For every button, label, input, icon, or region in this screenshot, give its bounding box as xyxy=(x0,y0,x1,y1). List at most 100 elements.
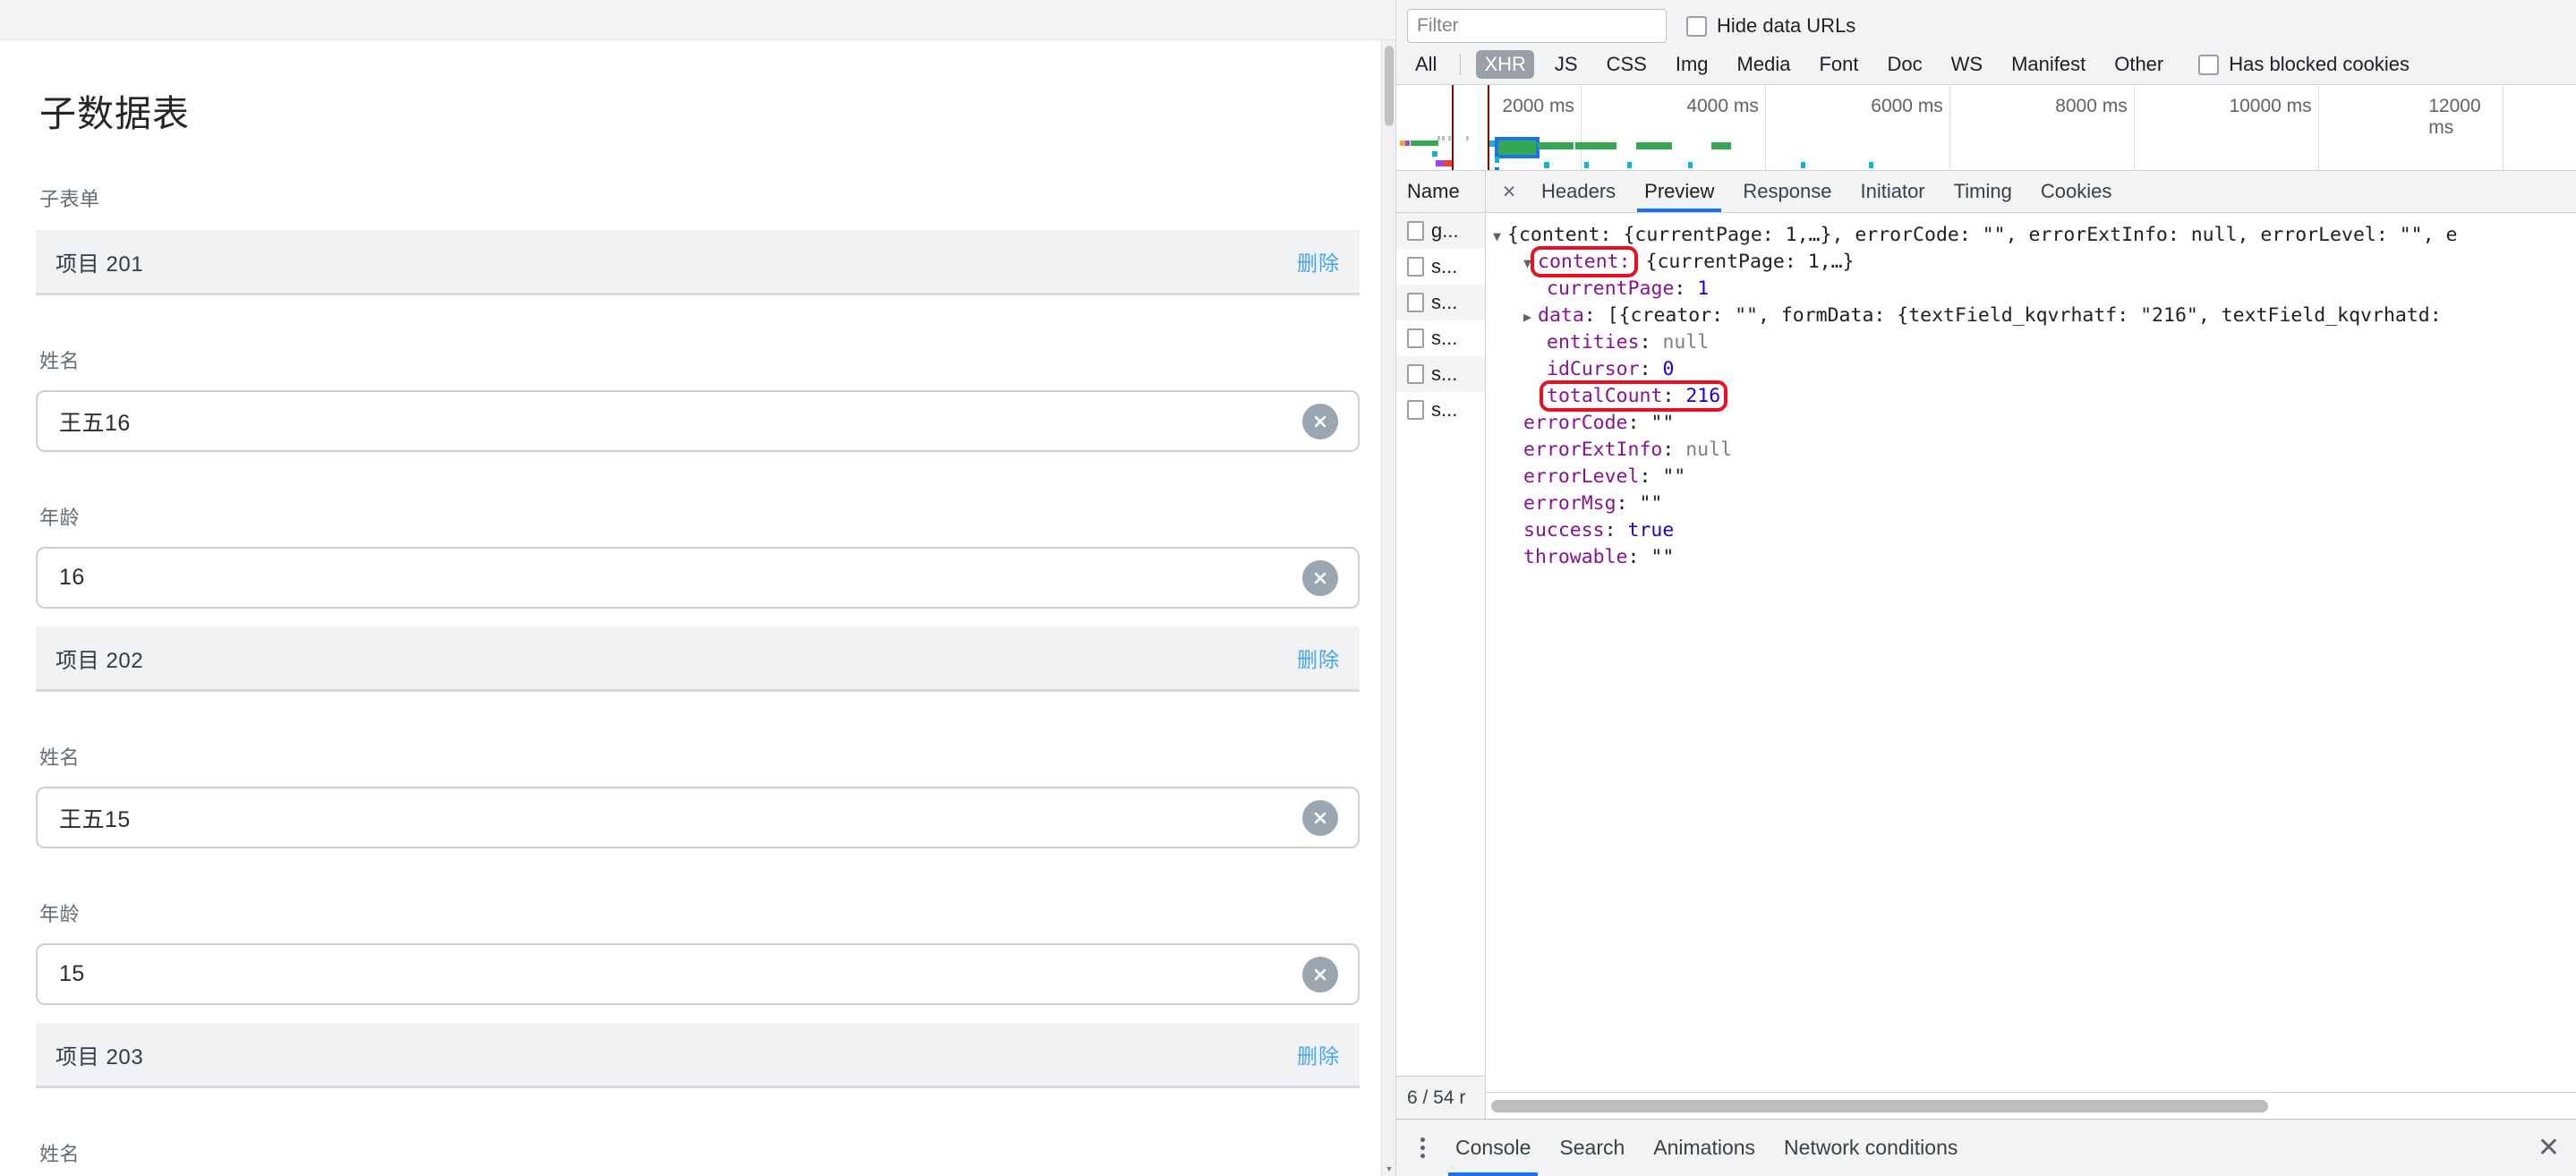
table-row[interactable]: s... xyxy=(1396,356,1485,392)
json-key: data xyxy=(1538,304,1584,327)
clear-input-icon[interactable] xyxy=(1302,559,1338,596)
json-value: : xyxy=(1627,412,1651,434)
json-line[interactable]: ▼ {content: {currentPage: 1,…}, errorCode… xyxy=(1493,222,2576,249)
timeline-request-bar xyxy=(1432,151,1437,157)
clear-input-icon[interactable] xyxy=(1302,799,1338,836)
table-row[interactable]: s... xyxy=(1396,320,1485,356)
more-options-icon[interactable] xyxy=(1403,1120,1441,1176)
drawer-tab-search[interactable]: Search xyxy=(1545,1120,1639,1176)
json-value: : xyxy=(1674,277,1698,300)
subform-groups: 项目 201 删除 姓名 王五16 年龄 16 项目 202 删除 姓名 王五15 年龄 15 项目 2… xyxy=(36,230,1360,1176)
clear-input-icon[interactable] xyxy=(1302,403,1338,439)
filter-input[interactable]: Filter xyxy=(1407,9,1667,43)
preview-hscroll-thumb[interactable] xyxy=(1491,1099,2269,1112)
tab-initiator[interactable]: Initiator xyxy=(1846,171,1939,212)
delete-group-link[interactable]: 删除 xyxy=(1297,246,1340,277)
json-line[interactable]: entities: null xyxy=(1493,329,2576,356)
row-checkbox-icon[interactable] xyxy=(1407,328,1424,348)
table-row[interactable]: s... xyxy=(1396,285,1485,320)
preview-json-viewer[interactable]: ▼ {content: {currentPage: 1,…}, errorCode… xyxy=(1486,213,2576,1092)
json-content: success: true xyxy=(1523,519,1674,541)
request-name: s... xyxy=(1431,362,1458,385)
drawer-tab-animations[interactable]: Animations xyxy=(1639,1120,1770,1176)
text-input[interactable]: 15 xyxy=(36,943,1360,1005)
close-drawer-icon[interactable]: ✕ xyxy=(2538,1134,2560,1162)
devtools-drawer-tabbar: Console Search Animations Network condition… xyxy=(1396,1119,2576,1176)
row-checkbox-icon[interactable] xyxy=(1407,257,1424,277)
text-input[interactable]: 16 xyxy=(36,547,1360,609)
input-value: 王五15 xyxy=(59,806,131,832)
network-main-area: Name g... s... s... s... s... s... 6 / 54 r ×… xyxy=(1396,171,2576,1119)
text-input[interactable]: 王五16 xyxy=(36,390,1360,452)
page-scrollbar-thumb[interactable] xyxy=(1385,46,1394,126)
timeline-request-bar xyxy=(1688,162,1693,168)
json-line[interactable]: currentPage: 1 xyxy=(1493,276,2576,303)
scroll-down-arrow[interactable]: ▼ xyxy=(1382,1162,1395,1176)
hide-data-urls-checkbox[interactable]: Hide data URLs xyxy=(1686,14,1855,38)
filter-type-media[interactable]: Media xyxy=(1729,50,1799,79)
filter-type-img[interactable]: Img xyxy=(1668,50,1717,79)
close-detail-icon[interactable]: × xyxy=(1491,171,1527,212)
json-line[interactable]: errorMsg: "" xyxy=(1493,490,2576,517)
timeline-event-line xyxy=(1488,85,1489,170)
timeline-request-bar xyxy=(1442,136,1445,141)
highlight-annotation: content: xyxy=(1531,246,1638,277)
chevron-down-icon[interactable]: ▼ xyxy=(1493,223,1507,250)
drawer-tabs: Console Search Animations Network condition… xyxy=(1441,1120,1972,1176)
row-checkbox-icon[interactable] xyxy=(1407,293,1424,312)
json-line[interactable]: errorExtInfo: null xyxy=(1493,437,2576,464)
filter-type-other[interactable]: Other xyxy=(2106,50,2171,79)
drawer-tab-console[interactable]: Console xyxy=(1441,1120,1545,1176)
json-value: : xyxy=(1604,519,1628,541)
filter-type-ws[interactable]: WS xyxy=(1943,50,1991,79)
json-content: throwable: "" xyxy=(1523,546,1674,568)
filter-type-all[interactable]: All xyxy=(1407,50,1445,79)
has-blocked-cookies-checkbox[interactable]: Has blocked cookies xyxy=(2198,53,2410,76)
table-row[interactable]: g... xyxy=(1396,213,1485,249)
json-line[interactable]: ▼ content: {currentPage: 1,…} xyxy=(1493,246,2576,277)
timeline-tick-label: 6000 ms xyxy=(1871,96,1943,116)
row-checkbox-icon[interactable] xyxy=(1407,364,1424,384)
input-value: 王五16 xyxy=(59,410,131,436)
delete-group-link[interactable]: 删除 xyxy=(1297,1039,1340,1069)
page-scrollbar[interactable]: ▲ ▼ xyxy=(1381,40,1395,1176)
row-checkbox-icon[interactable] xyxy=(1407,400,1424,420)
network-overview-timeline[interactable]: 2000 ms 4000 ms 6000 ms 8000 ms 10000 ms 1200… xyxy=(1396,85,2576,171)
json-line[interactable]: errorLevel: "" xyxy=(1493,464,2576,490)
filter-type-font[interactable]: Font xyxy=(1811,50,1866,79)
tab-preview[interactable]: Preview xyxy=(1630,171,1728,212)
filter-type-doc[interactable]: Doc xyxy=(1879,50,1930,79)
text-input[interactable]: 王五15 xyxy=(36,787,1360,848)
requests-summary: 6 / 54 r xyxy=(1396,1076,1485,1119)
timeline-request-bar xyxy=(1405,141,1410,146)
timeline-request-bar xyxy=(1584,162,1589,168)
tab-cookies[interactable]: Cookies xyxy=(2026,171,2126,212)
filter-type-js[interactable]: JS xyxy=(1547,50,1586,79)
json-value: , errorCode: xyxy=(1831,224,1983,246)
request-name: s... xyxy=(1431,327,1458,349)
json-line[interactable]: errorCode: "" xyxy=(1493,410,2576,437)
tab-response[interactable]: Response xyxy=(1728,171,1846,212)
filter-type-xhr[interactable]: XHR xyxy=(1476,50,1534,79)
json-line[interactable]: throwable: "" xyxy=(1493,544,2576,571)
field-label: 姓名 xyxy=(39,746,81,769)
clear-input-icon[interactable] xyxy=(1302,956,1338,993)
filter-type-css[interactable]: CSS xyxy=(1599,50,1655,79)
delete-group-link[interactable]: 删除 xyxy=(1297,643,1340,673)
tab-headers[interactable]: Headers xyxy=(1527,171,1630,212)
tab-timing[interactable]: Timing xyxy=(1940,171,2026,212)
network-filter-bar: Filter Hide data URLs All XHR JS CSS Img Medi… xyxy=(1396,0,2576,85)
json-line[interactable]: totalCount: 216 xyxy=(1493,380,2576,412)
json-line[interactable]: idCursor: 0 xyxy=(1493,356,2576,383)
filter-separator xyxy=(1460,54,1462,75)
json-line[interactable]: ▶ data: [{creator: "", formData: {textFie… xyxy=(1493,303,2576,329)
chevron-right-icon[interactable]: ▶ xyxy=(1523,303,1538,330)
row-checkbox-icon[interactable] xyxy=(1407,221,1424,241)
json-line[interactable]: success: true xyxy=(1493,517,2576,544)
table-row[interactable]: s... xyxy=(1396,392,1485,428)
form-field: 年龄 15 xyxy=(36,899,1360,1005)
filter-type-manifest[interactable]: Manifest xyxy=(2003,50,2094,79)
preview-horizontal-scrollbar[interactable] xyxy=(1486,1092,2576,1119)
table-row[interactable]: s... xyxy=(1396,249,1485,285)
drawer-tab-network-conditions[interactable]: Network conditions xyxy=(1770,1120,1972,1176)
